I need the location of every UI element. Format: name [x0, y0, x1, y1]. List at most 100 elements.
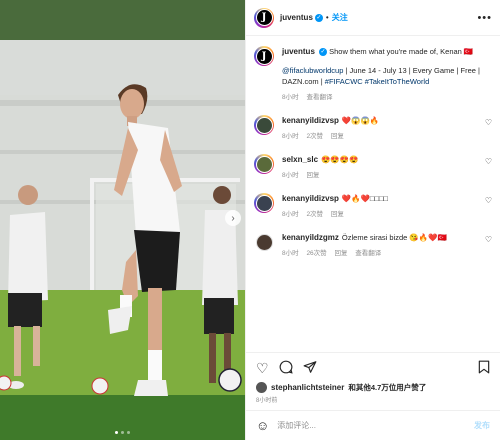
caption-username[interactable]: juventus [282, 47, 315, 56]
juventus-logo-icon: J [256, 10, 272, 25]
like-comment-heart-icon[interactable]: ♡ [485, 118, 492, 127]
likes-summary: stephanlichtsteiner 和其他4.7万位用户赞了 [246, 382, 500, 393]
mention-link[interactable]: @fifaclubworldcup [282, 66, 343, 75]
header-separator: • [325, 13, 329, 22]
comment-item: kenanyildizvsp ❤️😱😱🔥 8小时 2次赞 回复 ♡ [254, 115, 492, 140]
comment-meta: 8小时 26次赞 回复 查看翻译 [282, 247, 477, 257]
avatar[interactable] [254, 115, 274, 135]
share-plane-svg [303, 360, 316, 373]
comments-list[interactable]: J juventus ✓ Show them what you're made … [246, 36, 500, 352]
slide-dot [121, 431, 124, 434]
next-slide-button[interactable]: › [225, 210, 241, 226]
slide-indicator [0, 431, 245, 434]
bookmark-icon[interactable] [478, 360, 490, 376]
comment-username[interactable]: kenanyildizvsp [282, 194, 339, 203]
comment-body: kenanyildizvsp ❤️🔥❤️□□□□ 8小时 2次赞 回复 [282, 193, 477, 218]
verified-badge-icon: ✓ [314, 13, 323, 22]
comment-likes[interactable]: 26次赞 [306, 250, 326, 257]
header-username[interactable]: juventus [280, 13, 313, 22]
avatar-image [255, 194, 273, 212]
post-header: J juventus ✓ • 关注 ••• [246, 0, 500, 36]
comment-bubble-svg [279, 360, 293, 374]
see-translation-link[interactable]: 查看翻译 [306, 94, 332, 101]
post-viewer: › J juventus ✓ • 关注 ••• J juventus ✓ Sho… [0, 0, 500, 440]
verified-badge-icon: ✓ [319, 48, 327, 57]
reply-button[interactable]: 回复 [331, 133, 344, 140]
like-comment-heart-icon[interactable]: ♡ [485, 157, 492, 166]
comment-text: kenanyildzgmz Özleme sirasi bizde 😘🔥❤️🇹🇷 [282, 232, 477, 243]
avatar-ring: J [255, 47, 273, 65]
like-heart-icon[interactable]: ♡ [256, 361, 269, 375]
follow-button[interactable]: 关注 [332, 12, 348, 23]
training-photo [0, 0, 245, 440]
reply-button[interactable]: 回复 [334, 250, 347, 257]
comment-text: selxn_slc 😍😍😍😍 [282, 154, 477, 165]
avatar[interactable] [254, 154, 274, 174]
avatar-image [255, 155, 273, 173]
comment-likes[interactable]: 2次赞 [306, 211, 323, 218]
caption-body: juventus ✓ Show them what you're made of… [282, 46, 492, 101]
comment-icon[interactable] [279, 360, 293, 376]
avatar[interactable]: J [254, 7, 274, 28]
bookmark-svg [478, 360, 490, 373]
avatar-ring: J [255, 9, 273, 26]
comments-panel: J juventus ✓ • 关注 ••• J juventus ✓ Show … [245, 0, 500, 440]
more-options-icon[interactable]: ••• [477, 12, 492, 24]
avatar[interactable]: J [254, 46, 274, 66]
post-photo[interactable]: › [0, 0, 245, 440]
comment-likes[interactable]: 2次赞 [306, 133, 323, 140]
emoji-icon[interactable]: ☺ [256, 418, 269, 433]
comment-body: selxn_slc 😍😍😍😍 8小时 回复 [282, 154, 477, 179]
comment-input[interactable]: 添加评论... [277, 420, 466, 431]
hashtag-links[interactable]: #FIFACWC #TakeItToTheWorld [325, 77, 429, 86]
comment-item: kenanyildzgmz Özleme sirasi bizde 😘🔥❤️🇹🇷 … [254, 232, 492, 257]
comment-body: kenanyildzgmz Özleme sirasi bizde 😘🔥❤️🇹🇷 … [282, 232, 477, 257]
like-comment-heart-icon[interactable]: ♡ [485, 196, 492, 205]
comment-content: ❤️😱😱🔥 [341, 116, 380, 125]
comment-time: 8小时 [282, 211, 299, 218]
caption-line1: Show them what you're made of, Kenan 🇹🇷 [329, 47, 474, 56]
avatar[interactable] [254, 232, 274, 252]
liker-avatar[interactable] [256, 382, 267, 393]
likes-count-text[interactable]: 和其他4.7万位用户赞了 [348, 382, 426, 393]
share-icon[interactable] [303, 360, 317, 376]
comment-text: kenanyildizvsp ❤️😱😱🔥 [282, 115, 477, 126]
comment-username[interactable]: kenanyildzgmz [282, 233, 339, 242]
comment-time: 8小时 [282, 133, 299, 140]
avatar-image [255, 116, 273, 134]
slide-dot [115, 431, 118, 434]
comment-meta: 8小时 回复 [282, 169, 477, 179]
post-comment-button[interactable]: 发布 [474, 420, 490, 431]
comment-meta: 8小时 2次赞 回复 [282, 208, 477, 218]
comment-text: kenanyildizvsp ❤️🔥❤️□□□□ [282, 193, 477, 204]
caption-meta: 8小时 查看翻译 [282, 91, 492, 101]
comment-content: 😍😍😍😍 [321, 155, 359, 164]
caption: J juventus ✓ Show them what you're made … [254, 46, 492, 101]
comment-content: Özleme sirasi bizde 😘🔥❤️🇹🇷 [341, 233, 447, 242]
caption-text: juventus ✓ Show them what you're made of… [282, 46, 492, 57]
comment-item: kenanyildizvsp ❤️🔥❤️□□□□ 8小时 2次赞 回复 ♡ [254, 193, 492, 218]
action-bar: ♡ [246, 352, 500, 382]
comment-body: kenanyildizvsp ❤️😱😱🔥 8小时 2次赞 回复 [282, 115, 477, 140]
comment-content: ❤️🔥❤️□□□□ [341, 194, 389, 203]
add-comment-bar: ☺ 添加评论... 发布 [246, 410, 500, 440]
see-translation-link[interactable]: 查看翻译 [355, 250, 381, 257]
slide-dot [127, 431, 130, 434]
juventus-logo-icon: J [256, 48, 272, 64]
avatar[interactable] [254, 193, 274, 213]
chevron-right-icon: › [231, 212, 235, 224]
comment-username[interactable]: kenanyildizvsp [282, 116, 339, 125]
caption-time: 8小时 [282, 94, 299, 101]
reply-button[interactable]: 回复 [331, 211, 344, 218]
comment-meta: 8小时 2次赞 回复 [282, 130, 477, 140]
like-comment-heart-icon[interactable]: ♡ [485, 235, 492, 244]
comment-item: selxn_slc 😍😍😍😍 8小时 回复 ♡ [254, 154, 492, 179]
reply-button[interactable]: 回复 [306, 172, 319, 179]
caption-line2: @fifaclubworldcup | June 14 - July 13 | … [282, 65, 492, 87]
comment-time: 8小时 [282, 172, 299, 179]
liker-username[interactable]: stephanlichtsteiner [271, 383, 344, 392]
avatar-image [255, 233, 273, 251]
post-time: 8小时前 [256, 398, 278, 404]
comment-username[interactable]: selxn_slc [282, 155, 318, 164]
comment-time: 8小时 [282, 250, 299, 257]
